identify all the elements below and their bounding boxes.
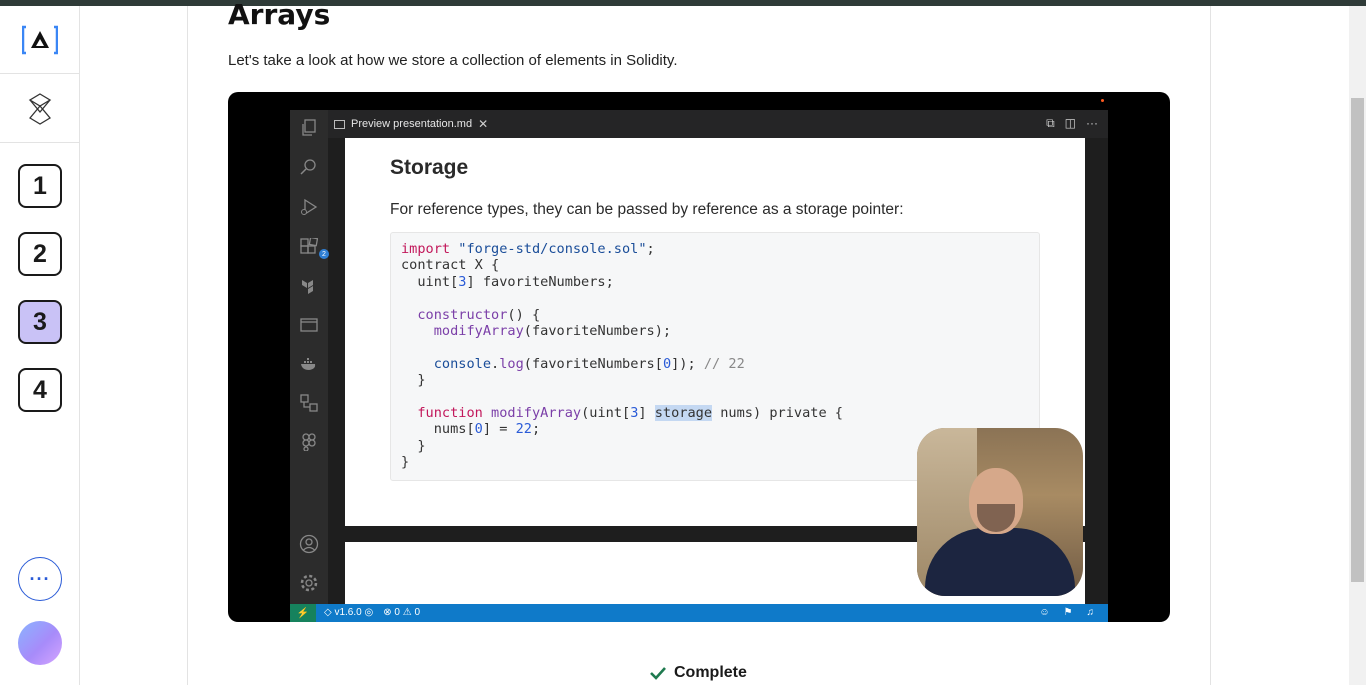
tab-close-icon: ✕ (478, 117, 489, 131)
editor-tab-bar: Preview presentation.md ✕ ⧉ ◫ ··· (328, 110, 1108, 138)
university-mark[interactable] (0, 75, 79, 143)
terraform-icon (299, 277, 319, 297)
tab-preview-presentation: Preview presentation.md ✕ (334, 116, 488, 132)
slide-title: Storage (390, 156, 469, 179)
split-editor-icon: ◫ (1064, 116, 1076, 130)
slide-text: For reference types, they can be passed … (390, 201, 904, 218)
complete-button[interactable]: Complete (650, 664, 747, 682)
presenter-webcam (917, 428, 1083, 596)
lesson-intro: Let's take a look at how we store a coll… (228, 52, 678, 69)
alchemy-logo[interactable] (0, 6, 79, 74)
user-avatar[interactable] (18, 621, 62, 665)
status-left: ◇ v1.6.0 ◎ ⊗ 0 ⚠ 0 (324, 607, 420, 618)
browser-top-strip (0, 0, 1366, 6)
content-divider-left (187, 6, 188, 685)
video-player[interactable]: 2 Preview presentation.md ✕ ⧉ ◫ ··· Stor… (228, 92, 1170, 622)
bracket-a-logo-icon (21, 25, 58, 54)
extensions-badge: 2 (319, 249, 329, 259)
version-label: v1.6.0 (334, 607, 362, 618)
feedback-icon: ⚑ (1063, 607, 1073, 618)
tab-label: Preview presentation.md (351, 118, 473, 130)
copilot-icon: ☺ (1039, 607, 1050, 618)
settings-gear-icon (299, 573, 319, 593)
figma-icon (299, 432, 319, 452)
page-scrollbar-thumb[interactable] (1351, 98, 1364, 582)
explorer-icon (299, 118, 319, 138)
step-4-button[interactable]: 4 (18, 368, 62, 412)
step-3-button[interactable]: 3 (18, 300, 62, 344)
content-divider-right (1210, 6, 1211, 685)
activity-bar: 2 (290, 110, 329, 604)
problems-status: ⊗ 0 ⚠ 0 (383, 607, 421, 618)
complete-label: Complete (674, 664, 747, 681)
search-icon (299, 157, 319, 177)
step-2-button[interactable]: 2 (18, 232, 62, 276)
notifications-bell-icon: ♫ (1086, 607, 1095, 618)
open-source-icon: ⧉ (1046, 116, 1055, 130)
error-count: 0 (394, 607, 400, 618)
source-graph-icon (299, 393, 319, 413)
docker-icon (299, 354, 319, 374)
run-debug-icon (299, 197, 319, 217)
panel-icon (299, 315, 319, 335)
version-status: ◇ v1.6.0 ◎ (324, 607, 374, 618)
more-button[interactable]: ··· (18, 557, 62, 601)
lesson-title: Arrays (228, 0, 331, 31)
more-actions-icon: ··· (1086, 116, 1098, 130)
warning-count: 0 (414, 607, 421, 618)
hexagon-mark-icon (28, 92, 51, 125)
step-1-button[interactable]: 1 (18, 164, 62, 208)
status-right: ☺ ⚑ ♫ (1039, 607, 1094, 618)
lesson-sidebar: 1 2 3 4 ··· (0, 6, 80, 685)
extensions-icon: 2 (299, 237, 329, 259)
preview-icon (334, 119, 345, 129)
status-bar: ⚡ ◇ v1.6.0 ◎ ⊗ 0 ⚠ 0 ☺ ⚑ ♫ (290, 604, 1108, 622)
remote-icon: ⚡ (290, 604, 316, 622)
editor-actions: ⧉ ◫ ··· (1046, 116, 1098, 131)
account-icon (299, 534, 319, 554)
checkmark-icon (650, 667, 666, 680)
recording-dot (1101, 99, 1104, 102)
